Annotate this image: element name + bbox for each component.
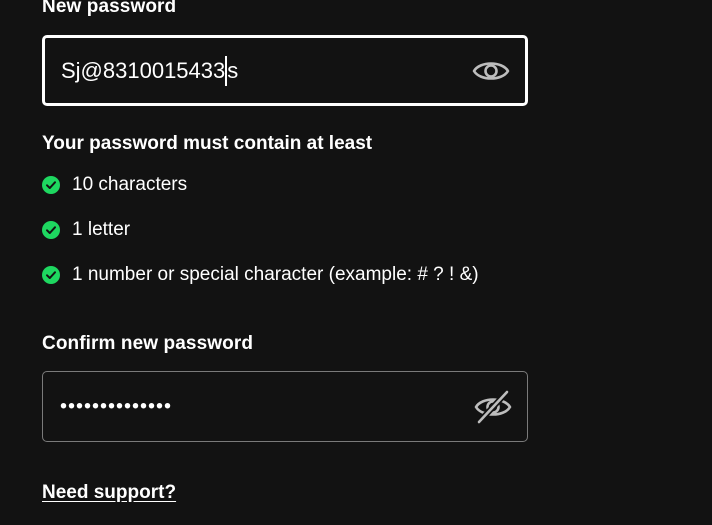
confirm-password-label: Confirm new password — [42, 333, 254, 354]
check-circle-icon — [42, 221, 60, 239]
eye-icon — [472, 61, 510, 80]
new-password-text-tail: s — [227, 57, 239, 83]
requirement-item: 10 characters — [42, 174, 187, 196]
confirm-password-input[interactable]: •••••••••••••• — [42, 371, 528, 442]
show-password-toggle[interactable] — [471, 54, 511, 88]
requirement-label: 10 characters — [72, 174, 188, 195]
new-password-value[interactable]: Sj@8310015433 s — [61, 55, 239, 86]
requirement-label: 1 number or special character (example: … — [72, 264, 479, 285]
new-password-input[interactable]: Sj@8310015433 s — [42, 35, 528, 106]
requirements-heading: Your password must contain at least — [42, 133, 373, 154]
need-support-link[interactable]: Need support? — [42, 482, 176, 504]
requirement-item: 1 letter — [42, 219, 130, 241]
requirement-item: 1 number or special character (example: … — [42, 264, 479, 286]
requirement-label: 1 letter — [72, 219, 131, 240]
show-confirm-password-toggle[interactable] — [473, 389, 513, 424]
check-circle-icon — [42, 176, 60, 194]
eye-off-icon — [474, 389, 512, 424]
new-password-text: Sj@8310015433 — [61, 57, 226, 83]
confirm-password-value[interactable]: •••••••••••••• — [60, 395, 172, 418]
check-circle-icon — [42, 266, 60, 284]
new-password-label: New password — [42, 0, 177, 17]
